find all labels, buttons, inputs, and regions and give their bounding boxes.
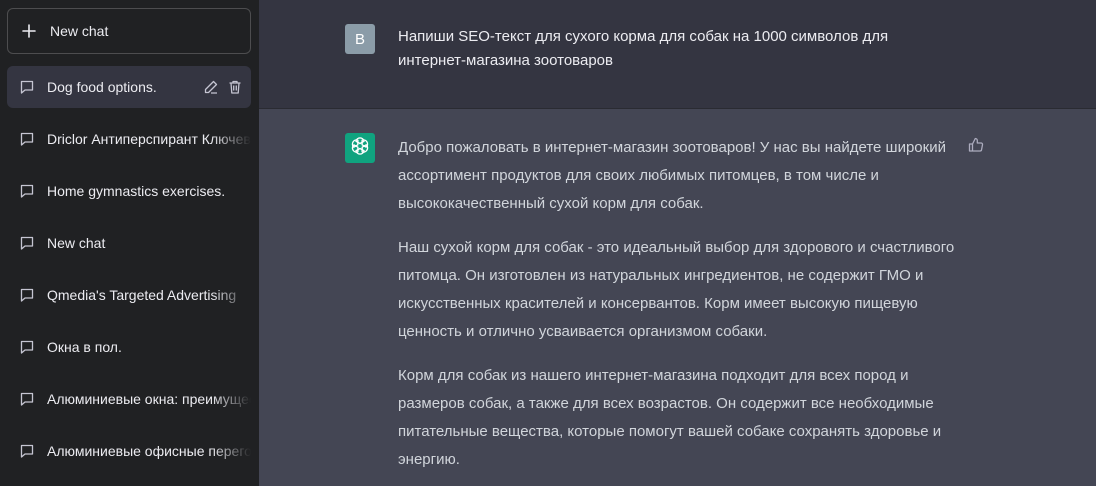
edit-icon[interactable]	[203, 79, 219, 95]
message-icon	[19, 443, 35, 459]
assistant-message-row: Добро пожаловать в интернет-магазин зоот…	[259, 109, 1096, 486]
chat-item-label: New chat	[47, 235, 106, 251]
chat-history-list: Dog food options. Driclor Антиперспирант…	[7, 66, 251, 482]
chat-item[interactable]: Алюминиевые окна: преимущества	[7, 378, 251, 420]
chat-item-actions	[203, 79, 243, 95]
message-icon	[19, 235, 35, 251]
user-message-text: Напиши SEO-текст для сухого корма для со…	[398, 28, 889, 69]
chat-item[interactable]: Алюминиевые офисные перегородки	[7, 430, 251, 472]
assistant-avatar	[345, 133, 375, 163]
assistant-message-text: Добро пожаловать в интернет-магазин зоот…	[398, 134, 958, 486]
trash-icon[interactable]	[227, 79, 243, 95]
user-message-row: B Напиши SEO-текст для сухого корма для …	[259, 0, 1096, 109]
assistant-paragraph: Добро пожаловать в интернет-магазин зоот…	[398, 139, 946, 212]
new-chat-button[interactable]: New chat	[7, 8, 251, 54]
chat-item[interactable]: Qmedia's Targeted Advertising	[7, 274, 251, 316]
chat-item-label: Dog food options.	[47, 79, 157, 95]
sidebar: New chat Dog food options. Driclor Антип…	[0, 0, 259, 486]
assistant-paragraph: Наш сухой корм для собак - это идеальный…	[398, 239, 955, 340]
message-icon	[19, 339, 35, 355]
message-icon	[19, 79, 35, 95]
thumbs-up-icon[interactable]	[967, 136, 985, 154]
chat-item-label: Home gymnastics exercises.	[47, 183, 226, 199]
chat-item[interactable]: Dog food options.	[7, 66, 251, 108]
conversation-panel: B Напиши SEO-текст для сухого корма для …	[259, 0, 1096, 486]
new-chat-label: New chat	[50, 23, 109, 39]
chat-item[interactable]: Окна в пол.	[7, 326, 251, 368]
message-icon	[19, 287, 35, 303]
message-icon	[19, 183, 35, 199]
user-avatar: B	[345, 24, 375, 54]
message-icon	[19, 131, 35, 147]
chat-item[interactable]: Driclor Антиперспирант Ключевые	[7, 118, 251, 160]
chat-item-label: Окна в пол.	[47, 339, 122, 355]
assistant-paragraph: Корм для собак из нашего интернет-магази…	[398, 367, 942, 468]
chat-item[interactable]: New chat	[7, 222, 251, 264]
chat-item[interactable]: Home gymnastics exercises.	[7, 170, 251, 212]
plus-icon	[22, 24, 36, 38]
openai-logo-icon	[349, 135, 371, 162]
message-icon	[19, 391, 35, 407]
